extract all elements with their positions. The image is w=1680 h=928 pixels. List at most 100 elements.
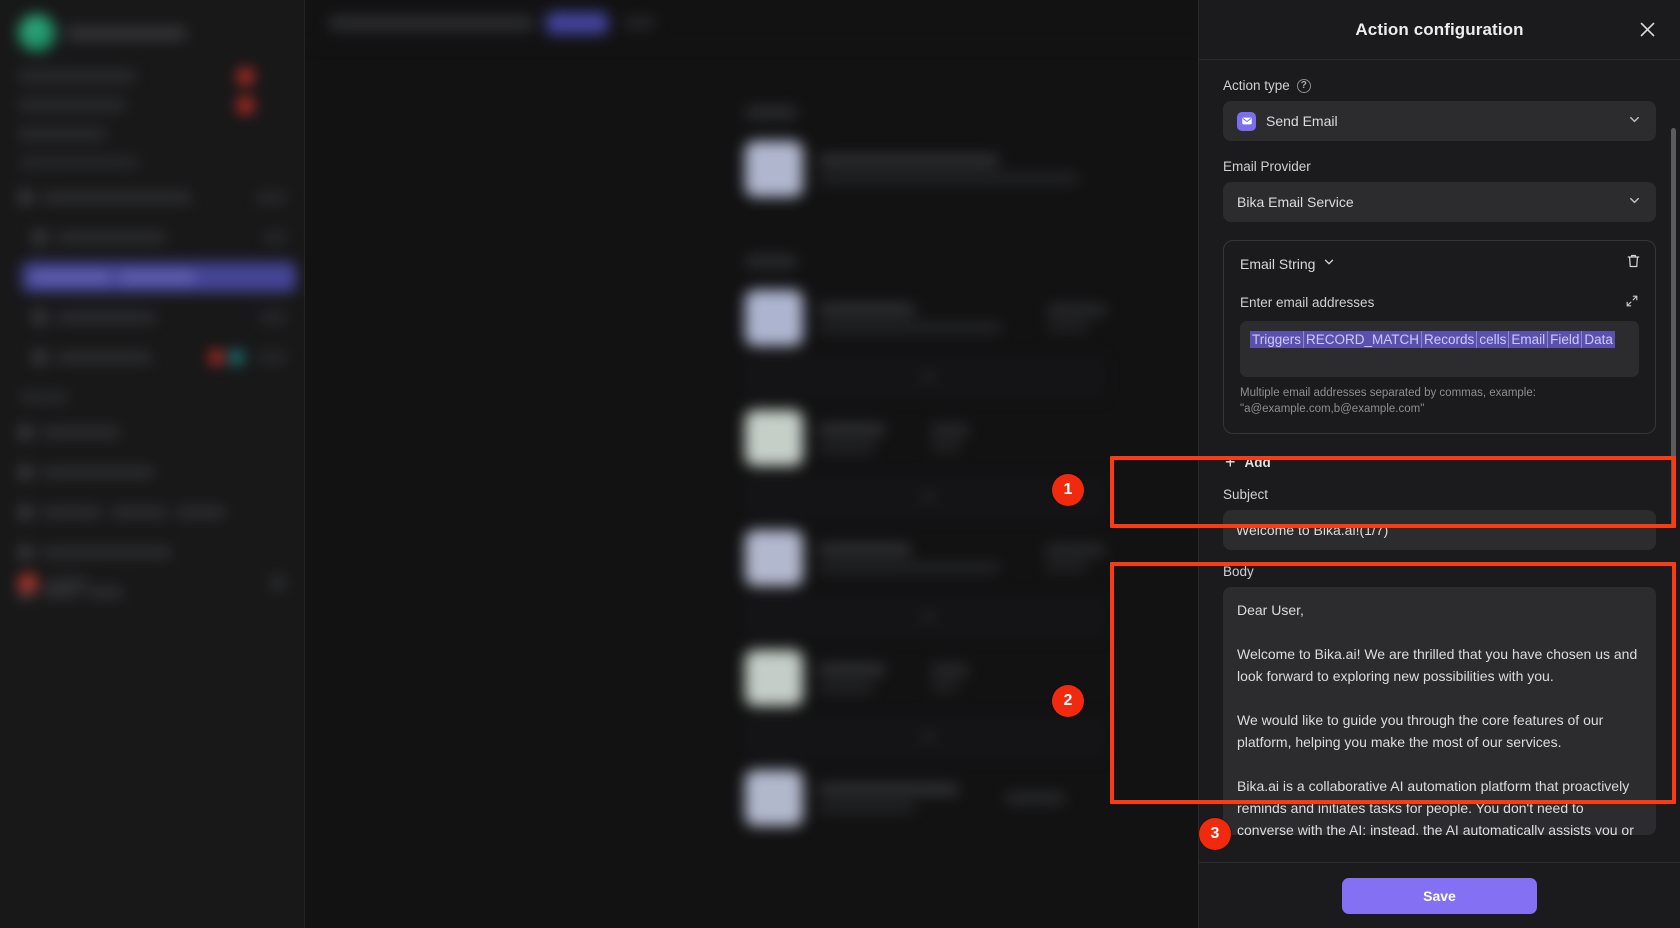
body-label: Body [1223,564,1254,579]
step-title [819,544,911,555]
item-icon [18,464,33,480]
status-dot-red [209,349,224,365]
sidebar-tree-item[interactable] [22,342,296,372]
step-text [819,424,885,452]
email-addresses-input[interactable]: Triggers RECORD_MATCH Records cells Email Fie… [1240,321,1639,377]
email-addresses-label-row: Enter email addresses [1240,294,1639,311]
body-textarea[interactable]: Dear User, Welcome to Bika.ai! We are th… [1223,587,1656,835]
sidebar-section-header [20,157,138,168]
step-subtitle [819,683,873,692]
item-icon [18,424,33,440]
item-label3 [176,506,226,518]
plus-icon: + [1225,452,1236,472]
sidebar-tree-item-selected[interactable] [22,262,296,292]
email-provider-label: Email Provider [1223,159,1311,174]
step-title [819,424,885,435]
item-icon [32,349,47,365]
sidebar-tree-item[interactable] [8,182,296,212]
step-subtitle [819,803,915,812]
step-meta [931,665,969,691]
email-provider-select[interactable]: Bika Email Service [1223,182,1656,222]
step-meta-line [931,682,959,691]
step-meta-line [931,442,961,451]
item-label [32,271,110,283]
sidebar-tree-item[interactable] [8,457,296,487]
sidebar-tree-item[interactable] [8,537,296,567]
app-root: Action configuration Action type ? Send … [0,0,1680,928]
close-icon[interactable] [1634,17,1660,43]
subject-input[interactable]: Welcome to Bika.ai!(1/7) [1223,510,1656,550]
panel-scrollbar[interactable] [1671,128,1676,528]
item-tag [258,351,286,363]
email-string-card: Email String Enter email addresses Trigg… [1223,240,1656,434]
left-sidebar [0,0,305,928]
sidebar-nav-item[interactable] [18,128,286,140]
sidebar-tree-item[interactable] [22,302,296,332]
variable-token[interactable]: Email [1509,331,1549,348]
annotation-marker-3: 3 [1199,818,1231,850]
step-connector [745,476,1105,518]
variable-token[interactable]: Data [1582,331,1615,348]
add-button-label: Add [1244,455,1271,470]
step-meta-line [931,425,969,435]
trash-icon[interactable] [1626,253,1641,274]
step-meta-line [1005,793,1065,803]
help-circle-icon[interactable]: ? [1296,78,1311,93]
item-label [56,351,152,363]
body-paragraph: Welcome to Bika.ai! We are thrilled that… [1237,646,1638,684]
content-status-badge[interactable] [546,11,608,34]
step-subtitle [819,174,1079,183]
sidebar-nav-item[interactable] [18,96,286,114]
item-label [56,311,156,323]
variable-token[interactable]: cells [1477,331,1510,348]
action-type-select[interactable]: Send Email [1223,101,1656,141]
item-label [56,231,166,243]
panel-body: Action type ? Send Email Email Provider … [1199,60,1680,862]
step-icon [745,410,803,466]
email-string-title: Email String [1240,255,1316,272]
nav-label [18,128,106,140]
email-provider-value: Bika Email Service [1237,194,1354,210]
workspace-header[interactable] [0,0,304,70]
step-icon [745,141,803,197]
sidebar-footer[interactable] [0,573,304,593]
step-title [819,155,999,166]
sidebar-tree-item[interactable] [22,222,296,252]
step-text [819,304,1001,332]
email-addresses-hint: Multiple email addresses separated by co… [1240,387,1536,415]
email-string-header[interactable]: Email String [1240,255,1639,272]
step-title [819,304,915,315]
content-title [329,15,534,30]
variable-token[interactable]: Field [1548,331,1583,348]
item-icon [32,229,47,245]
step-meta [1005,793,1065,803]
status-dot-teal [229,349,244,365]
variable-token[interactable]: Triggers [1250,331,1305,348]
step-text [819,784,959,812]
step-meta-line [931,665,969,675]
step-meta-line [1047,322,1089,331]
item-tag [260,311,286,323]
variable-token[interactable]: RECORD_MATCH [1304,331,1423,348]
settings-icon[interactable] [270,575,286,591]
step-connector [745,716,1105,758]
sidebar-tree-item[interactable] [8,497,296,527]
step-text [819,544,999,572]
sidebar-nav-item[interactable] [18,67,286,85]
nav-label [18,99,126,111]
step-icon [745,290,803,346]
step-meta [1045,545,1105,571]
sidebar-tree-item[interactable] [8,417,296,447]
page-title: Action configuration [1355,19,1524,39]
variable-token[interactable]: Records [1422,331,1478,348]
step-subtitle [819,443,875,452]
item-icon [32,309,47,325]
step-text [819,664,885,692]
save-button[interactable]: Save [1342,877,1537,914]
step-title [819,664,885,675]
annotation-marker-1: 1 [1052,474,1084,506]
user-avatar[interactable] [18,573,38,593]
add-button[interactable]: + Add [1223,446,1656,479]
action-type-label-row: Action type ? [1223,78,1656,93]
expand-icon[interactable] [1625,294,1639,311]
